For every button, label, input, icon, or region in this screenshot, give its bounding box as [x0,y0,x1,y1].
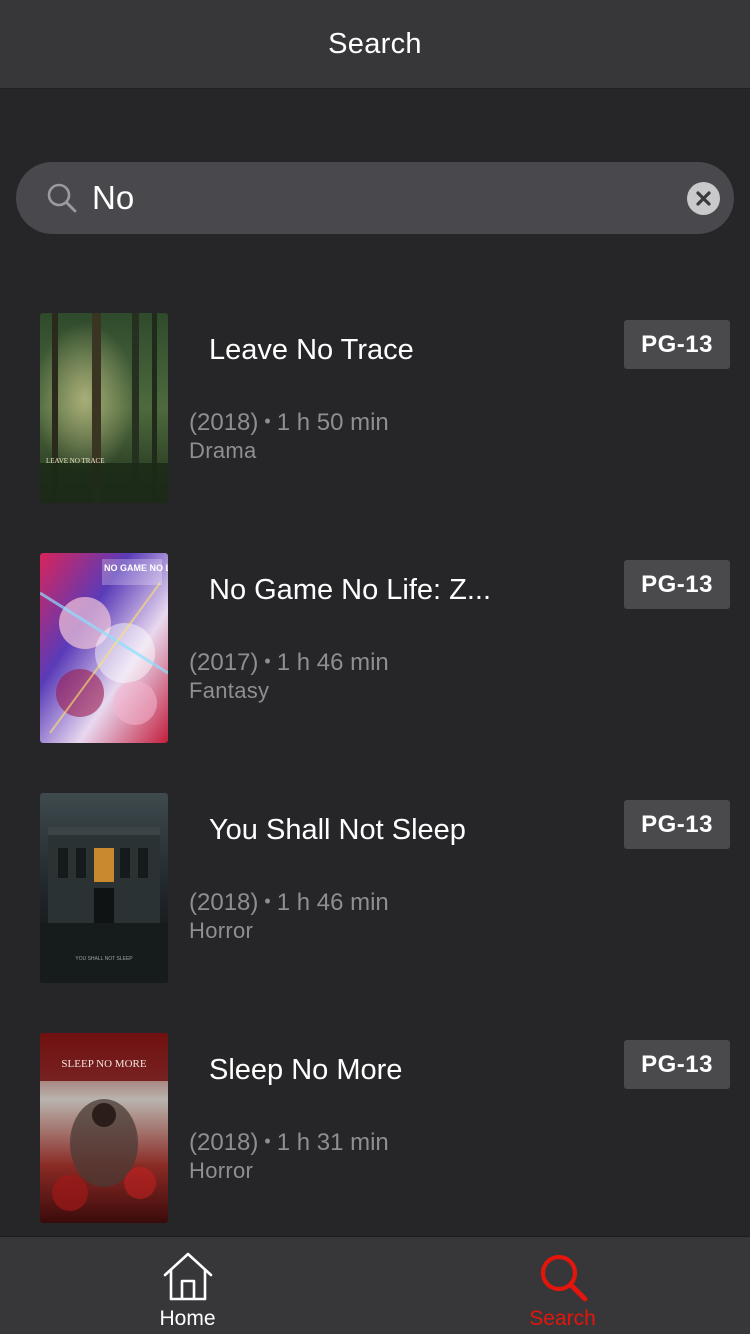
separator-dot-icon: • [264,1131,271,1151]
movie-meta: (2018) • 1 h 46 min [189,889,389,917]
movie-meta: (2018) • 1 h 31 min [189,1129,389,1157]
result-row[interactable]: LEAVE NO TRACE Leave No Trace (2018) • 1 h… [0,290,750,530]
movie-meta: (2018) • 1 h 50 min [189,409,389,437]
movie-title: Sleep No More [209,1054,403,1086]
search-bar[interactable] [16,162,734,234]
tab-search[interactable]: Search [375,1237,750,1334]
movie-genre: Horror [189,1158,254,1183]
poster-text: YOU SHALL NOT SLEEP [75,956,133,962]
app-root: Search No LEAVE NO TRACE Leave No Trace … [0,0,750,1334]
movie-genre: Drama [189,438,257,463]
movie-duration: 1 h 46 min [276,649,389,676]
poster-text: NO GAME NO LIFE 0 [104,563,168,573]
movie-year: (2017) [189,649,259,676]
poster-text: SLEEP NO MORE [61,1058,146,1070]
tab-home[interactable]: Home [0,1237,375,1334]
result-row[interactable]: NO GAME NO LIFE 0 No Game No Life: Z... … [0,530,750,770]
rating-badge: PG-13 [624,320,730,369]
magnifier-icon [47,183,77,213]
rating-badge: PG-13 [624,560,730,609]
movie-poster: YOU SHALL NOT SLEEP [40,793,168,983]
separator-dot-icon: • [264,411,271,431]
tab-label: Home [159,1307,216,1330]
movie-title: No Game No Life: Z... [209,574,492,606]
tab-bar: Home Search [0,1236,750,1334]
movie-year: (2018) [189,889,259,916]
movie-duration: 1 h 50 min [276,409,389,436]
movie-duration: 1 h 31 min [276,1129,389,1156]
poster-text: LEAVE NO TRACE [46,457,104,465]
result-row[interactable]: YOU SHALL NOT SLEEP You Shall Not Sleep … [0,770,750,1010]
page-title: Search [328,27,422,60]
movie-title: Leave No Trace [209,334,414,366]
close-icon [696,191,711,206]
movie-poster: NO GAME NO LIFE 0 [40,553,168,743]
movie-poster: LEAVE NO TRACE [40,313,168,503]
search-icon [540,1254,587,1302]
movie-meta: (2017) • 1 h 46 min [189,649,389,677]
movie-genre: Fantasy [189,678,270,703]
movie-poster: SLEEP NO MORE [40,1033,168,1223]
rating-badge: PG-13 [624,800,730,849]
rating-badge: PG-13 [624,1040,730,1089]
movie-genre: Horror [189,918,254,943]
search-input[interactable] [92,176,682,220]
movie-year: (2018) [189,1129,259,1156]
clear-search-button[interactable] [687,182,720,215]
movie-title: You Shall Not Sleep [209,814,466,846]
home-icon [163,1252,212,1301]
separator-dot-icon: • [264,891,271,911]
result-row[interactable]: SLEEP NO MORE Sleep No More (2018) • 1 h 3… [0,1010,750,1250]
movie-year: (2018) [189,409,259,436]
tab-label: Search [529,1307,596,1330]
movie-duration: 1 h 46 min [276,889,389,916]
separator-dot-icon: • [264,651,271,671]
navigation-bar: Search [0,0,750,89]
